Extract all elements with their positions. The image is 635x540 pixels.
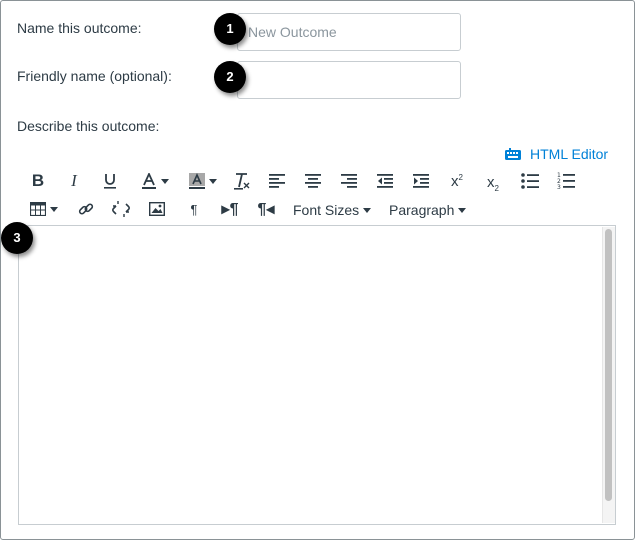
rtl-icon: ¶◂ (257, 201, 275, 218)
numbered-list-icon: 1 2 3 (557, 172, 575, 190)
unlink-button[interactable] (111, 198, 131, 220)
text-color-icon (142, 173, 156, 189)
align-right-icon (341, 174, 357, 188)
align-left-icon (269, 174, 285, 188)
italic-button[interactable]: I (64, 170, 84, 192)
ltr-icon: ▸¶ (221, 201, 239, 218)
numbered-list-button[interactable]: 1 2 3 (555, 170, 577, 192)
unlink-icon (112, 201, 130, 217)
align-right-button[interactable] (339, 170, 359, 192)
link-button[interactable] (76, 198, 96, 220)
svg-text:3: 3 (557, 184, 561, 190)
outcome-name-input[interactable] (237, 13, 461, 51)
table-icon (30, 202, 46, 216)
underline-button[interactable] (100, 170, 120, 192)
rich-text-editor-area[interactable] (18, 225, 616, 525)
align-center-button[interactable] (303, 170, 323, 192)
html-editor-toggle[interactable]: HTML Editor (505, 146, 608, 162)
right-to-left-button[interactable]: ¶◂ (255, 198, 277, 220)
subscript-button[interactable]: x2 (483, 172, 503, 194)
indent-icon (413, 174, 429, 188)
friendly-name-input[interactable] (237, 61, 461, 99)
paragraph-mark-button[interactable]: ¶ (185, 198, 203, 220)
callout-badge-2: 2 (214, 61, 246, 93)
underline-icon (104, 174, 116, 189)
chevron-down-icon (161, 178, 169, 184)
paragraph-format-dropdown[interactable]: Paragraph (389, 199, 467, 221)
outcome-form-panel: Name this outcome: Friendly name (option… (0, 0, 635, 540)
clear-formatting-button[interactable] (232, 170, 252, 192)
chevron-down-icon (209, 178, 217, 184)
align-left-button[interactable] (267, 170, 287, 192)
left-to-right-button[interactable]: ▸¶ (219, 198, 241, 220)
superscript-button[interactable]: x2 (447, 170, 467, 192)
name-outcome-label: Name this outcome: (17, 20, 142, 36)
chevron-down-icon (363, 207, 372, 213)
font-sizes-label: Font Sizes (293, 202, 360, 218)
superscript-icon: x2 (451, 172, 463, 190)
link-icon (78, 203, 94, 215)
font-sizes-dropdown[interactable]: Font Sizes (293, 199, 372, 221)
html-editor-label: HTML Editor (530, 146, 609, 162)
subscript-icon: x2 (487, 173, 499, 193)
indent-button[interactable] (411, 170, 431, 192)
italic-icon: I (71, 171, 77, 190)
text-color-button[interactable] (136, 170, 174, 192)
friendly-name-label: Friendly name (optional): (17, 68, 172, 84)
scrollbar-thumb[interactable] (605, 229, 612, 501)
bold-icon: B (31, 171, 45, 190)
callout-badge-1: 1 (214, 13, 246, 45)
bullet-list-icon (521, 173, 539, 189)
chevron-down-icon (458, 207, 467, 213)
image-icon (149, 202, 165, 216)
bold-button[interactable]: B (28, 170, 48, 192)
image-button[interactable] (147, 198, 167, 220)
clear-formatting-icon (234, 173, 250, 190)
editor-scrollbar[interactable] (602, 227, 615, 523)
background-color-button[interactable] (185, 170, 221, 192)
callout-badge-3: 3 (1, 222, 33, 254)
table-button[interactable] (29, 198, 59, 220)
describe-outcome-label: Describe this outcome: (17, 118, 160, 134)
paragraph-mark-icon: ¶ (190, 201, 198, 217)
outdent-button[interactable] (375, 170, 395, 192)
align-center-icon (305, 174, 321, 188)
background-color-icon (189, 173, 205, 189)
outdent-icon (377, 174, 393, 188)
chevron-down-icon (50, 206, 58, 212)
paragraph-format-label: Paragraph (389, 202, 455, 218)
bullet-list-button[interactable] (519, 170, 541, 192)
keyboard-icon (505, 148, 521, 160)
